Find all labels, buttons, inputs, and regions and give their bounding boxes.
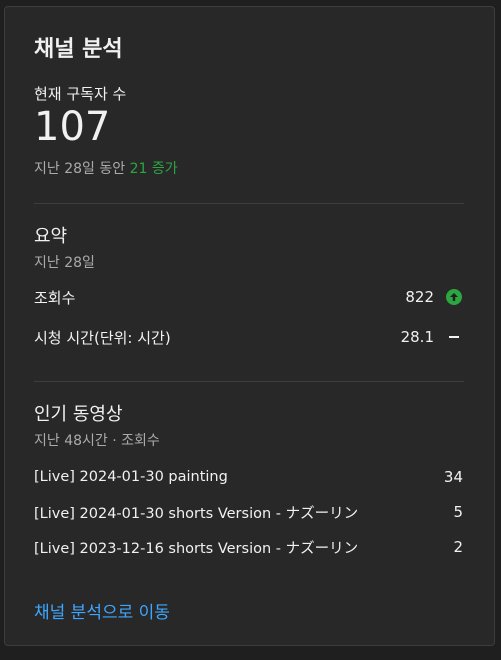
video-row[interactable]: [Live] 2024-01-30 painting 34 <box>34 465 464 489</box>
video-title[interactable]: [Live] 2023-12-16 shorts Version - ナズーリン <box>34 537 423 558</box>
divider <box>34 203 464 204</box>
subscriber-change-period: 지난 28일 동안 <box>34 161 130 177</box>
subscriber-count: 107 <box>34 104 111 150</box>
metric-value: 28.1 <box>400 328 434 346</box>
divider <box>34 381 464 382</box>
trend-indicator <box>446 289 462 305</box>
video-title[interactable]: [Live] 2024-01-30 shorts Version - ナズーリン <box>34 502 423 523</box>
card-title: 채널 분석 <box>34 37 123 62</box>
trend-indicator <box>446 329 462 345</box>
top-videos-period: 지난 48시간 · 조회수 <box>34 433 160 449</box>
metric-label: 조회수 <box>34 288 76 307</box>
go-to-analytics-link[interactable]: 채널 분석으로 이동 <box>34 598 170 623</box>
summary-period: 지난 28일 <box>34 255 95 271</box>
subscribers-label: 현재 구독자 수 <box>34 85 127 103</box>
arrow-up-icon <box>446 289 462 305</box>
video-row[interactable]: [Live] 2023-12-16 shorts Version - ナズーリン… <box>34 535 464 559</box>
video-views: 5 <box>453 503 463 521</box>
subscriber-change-text: 지난 28일 동안 21 증가 <box>34 158 178 178</box>
video-row[interactable]: [Live] 2024-01-30 shorts Version - ナズーリン… <box>34 500 464 524</box>
metric-value: 822 <box>405 288 434 306</box>
video-title[interactable]: [Live] 2024-01-30 painting <box>34 469 423 485</box>
subscriber-change-value: 21 증가 <box>129 161 178 177</box>
metric-row-watch-time: 시청 시간(단위: 시간) 28.1 <box>34 325 464 349</box>
channel-analytics-card: 채널 분석 현재 구독자 수 107 지난 28일 동안 21 증가 요약 지난… <box>4 6 495 646</box>
summary-title: 요약 <box>34 226 68 247</box>
dash-icon <box>449 336 459 338</box>
video-views: 2 <box>453 538 463 556</box>
video-views: 34 <box>443 468 463 486</box>
top-videos-title: 인기 동영상 <box>34 404 123 425</box>
metric-row-views: 조회수 822 <box>34 285 464 309</box>
metric-label: 시청 시간(단위: 시간) <box>34 328 171 347</box>
